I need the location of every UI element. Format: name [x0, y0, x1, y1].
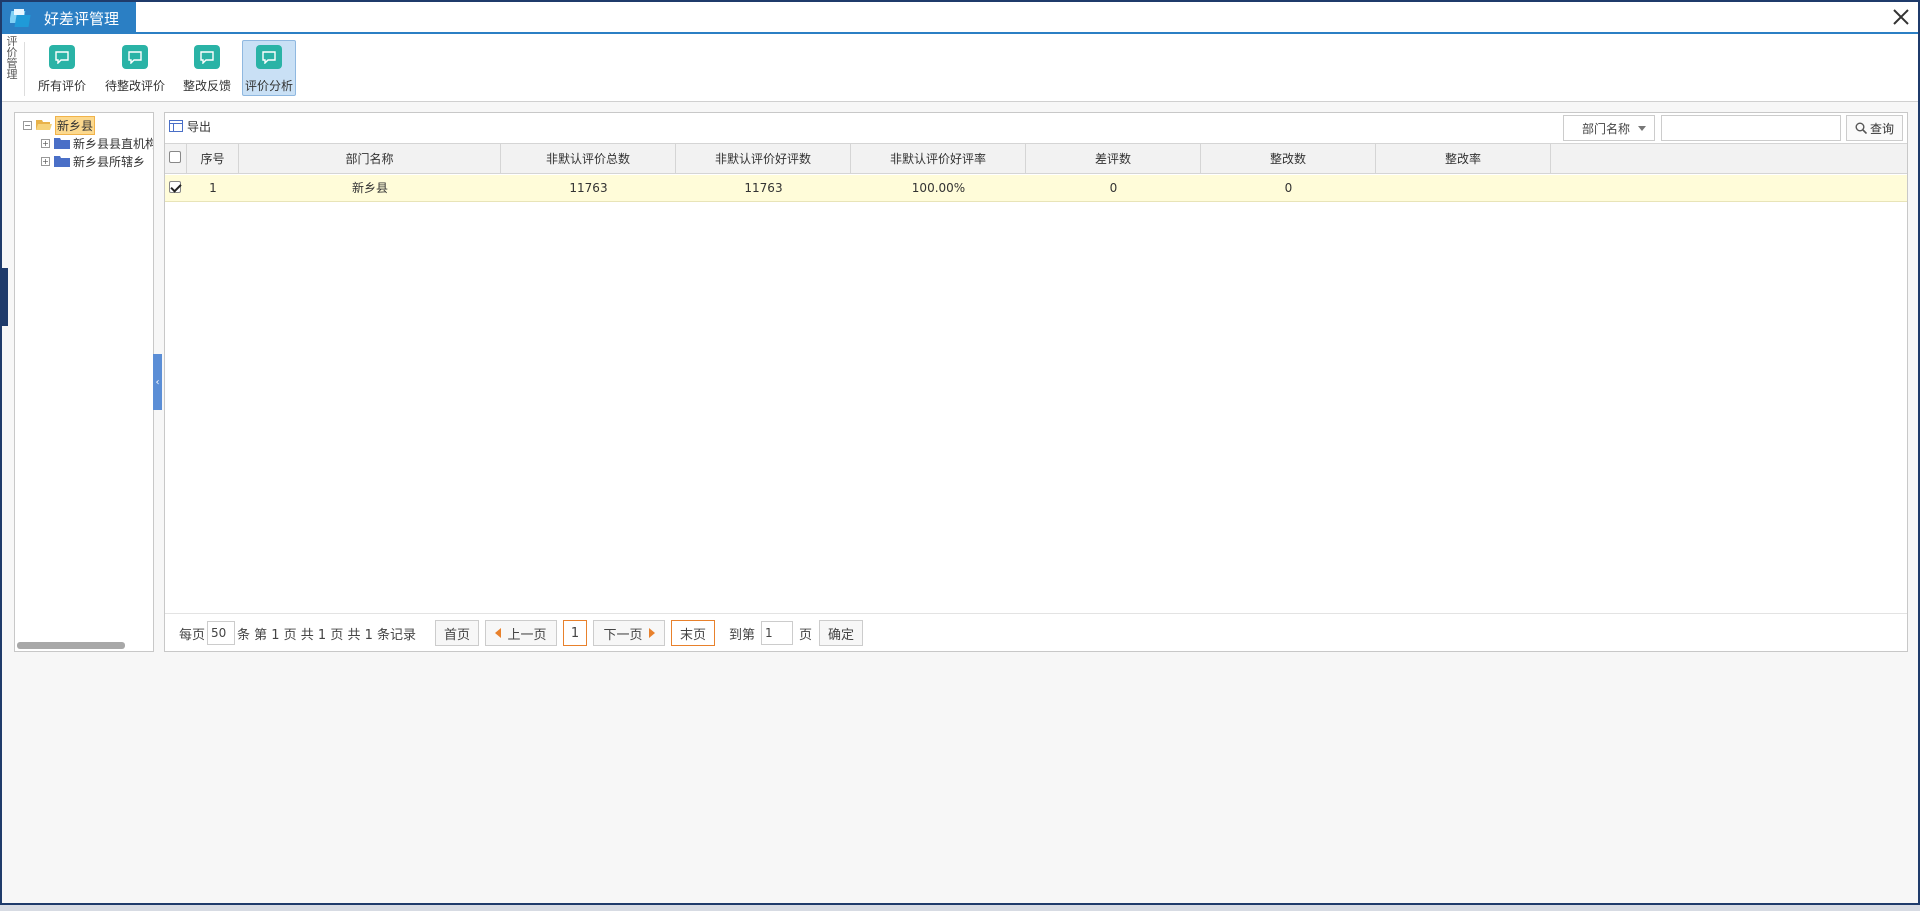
- comment-icon: [122, 45, 148, 69]
- search-field-value: 部门名称: [1582, 121, 1631, 136]
- ribbon-button-all-reviews[interactable]: 所有评价: [32, 40, 92, 96]
- row-checkbox[interactable]: [169, 181, 181, 193]
- column-header[interactable]: 非默认评价好评数: [676, 144, 851, 174]
- collapse-icon[interactable]: −: [23, 120, 32, 130]
- next-page-label: 下一页: [603, 627, 643, 643]
- grid-toolbar: 导出 部门名称 查询: [165, 113, 1907, 143]
- arrow-left-icon: [495, 628, 502, 638]
- content-area: − 新乡县 + 新乡县县直机构 + 新乡县所辖乡 ‹ 导出 部门名称 查询 序号…: [12, 112, 1908, 652]
- comment-icon: [49, 45, 75, 69]
- folder-icon: [54, 138, 70, 149]
- export-button[interactable]: 导出: [169, 117, 211, 135]
- ribbon-group-label: 评 价 管 理: [6, 36, 18, 80]
- table-cell: 新乡县: [351, 181, 388, 195]
- table-cell: 0: [1109, 181, 1118, 195]
- search-button-label: 查询: [1869, 121, 1894, 136]
- select-all-cell: [165, 144, 187, 174]
- confirm-button[interactable]: 确定: [819, 620, 863, 646]
- next-page-button[interactable]: 下一页: [593, 620, 665, 646]
- chevron-down-icon: [1638, 126, 1646, 131]
- current-page-button[interactable]: 1: [563, 620, 587, 646]
- open-folder-icon: [36, 120, 52, 130]
- last-page-button[interactable]: 末页: [671, 620, 715, 646]
- ribbon-button-label: 评价分析: [244, 79, 293, 93]
- collapse-panel-handle[interactable]: ‹: [153, 354, 162, 410]
- window-title: 好差评管理: [44, 9, 120, 28]
- column-header[interactable]: 差评数: [1026, 144, 1201, 174]
- column-header[interactable]: 整改数: [1201, 144, 1376, 174]
- tree-node-root[interactable]: − 新乡县: [23, 115, 96, 135]
- arrow-right-icon: [648, 628, 655, 638]
- goto-label: 到第: [729, 627, 756, 643]
- column-header[interactable]: 非默认评价好评率: [851, 144, 1026, 174]
- app-window: 好差评管理 评 价 管 理 所有评价 待整改评价 整改反馈 评价分析 − 新乡县…: [0, 0, 1920, 905]
- tree-horizontal-scrollbar[interactable]: [17, 642, 125, 649]
- table-cell: 100.00%: [911, 181, 966, 195]
- ribbon-button-label: 待整改评价: [104, 79, 165, 93]
- table-row[interactable]: 1 新乡县 11763 11763 100.00% 0 0: [165, 175, 1907, 202]
- prev-page-button[interactable]: 上一页: [485, 620, 557, 646]
- window-title-tab[interactable]: 好差评管理: [2, 2, 136, 34]
- analysis-table: 序号 部门名称 非默认评价总数 非默认评价好评数 非默认评价好评率 差评数 整改…: [165, 143, 1907, 543]
- tree-node-county-direct[interactable]: + 新乡县县直机构: [41, 135, 154, 151]
- tree-node-label: 新乡县所辖乡: [73, 154, 146, 169]
- column-header[interactable]: 非默认评价总数: [501, 144, 676, 174]
- left-edge-handle[interactable]: [0, 268, 8, 326]
- search-input[interactable]: [1661, 115, 1841, 141]
- ribbon-separator: [24, 42, 25, 96]
- table-cell: 0: [1284, 181, 1293, 195]
- tree-node-townships[interactable]: + 新乡县所辖乡: [41, 153, 145, 169]
- table-cell: 1: [209, 181, 217, 195]
- ribbon-button-review-analysis[interactable]: 评价分析: [242, 40, 296, 96]
- column-header[interactable]: 整改率: [1376, 144, 1551, 174]
- app-logo-icon: [10, 9, 31, 27]
- tree-node-label: 新乡县县直机构: [73, 136, 154, 151]
- column-header[interactable]: 部门名称: [239, 144, 501, 174]
- page-unit-label: 页: [799, 627, 813, 643]
- column-header[interactable]: 序号: [187, 144, 239, 174]
- table-cell: 11763: [569, 181, 608, 195]
- department-tree: − 新乡县 + 新乡县县直机构 + 新乡县所辖乡: [14, 112, 154, 652]
- pagination-bar: 每页 50 条 第 1 页 共 1 页 共 1 条记录 首页 上一页 1 下一页…: [165, 613, 1907, 651]
- search-button[interactable]: 查询: [1846, 115, 1903, 141]
- chevron-left-icon: ‹: [155, 376, 160, 388]
- goto-page-input[interactable]: 1: [761, 621, 793, 645]
- title-bar: 好差评管理: [2, 2, 1918, 34]
- tree-node-label: 新乡县: [55, 115, 96, 135]
- group-label-char: 理: [6, 68, 18, 81]
- ribbon-button-rectify-feedback[interactable]: 整改反馈: [178, 40, 236, 96]
- first-page-button[interactable]: 首页: [435, 620, 479, 646]
- table-cell: [1376, 175, 1551, 202]
- search-icon: [1855, 122, 1867, 134]
- ribbon-toolbar: 评 价 管 理 所有评价 待整改评价 整改反馈 评价分析: [2, 34, 1918, 102]
- table-cell: 11763: [744, 181, 783, 195]
- per-page-input[interactable]: 50: [207, 621, 235, 645]
- select-all-checkbox[interactable]: [169, 151, 181, 163]
- ribbon-button-pending-rectify[interactable]: 待整改评价: [100, 40, 170, 96]
- search-field-select[interactable]: 部门名称: [1563, 115, 1655, 141]
- table-header: 序号 部门名称 非默认评价总数 非默认评价好评数 非默认评价好评率 差评数 整改…: [165, 144, 1907, 174]
- export-icon: [169, 120, 183, 132]
- close-icon[interactable]: [1890, 6, 1912, 28]
- per-page-label: 每页: [179, 627, 206, 643]
- ribbon-button-label: 整改反馈: [182, 79, 231, 93]
- comment-icon: [194, 45, 220, 69]
- analysis-panel: 导出 部门名称 查询 序号 部门名称 非默认评价总数 非默认评价好评数 非默认评…: [164, 112, 1908, 652]
- comment-icon: [256, 45, 282, 69]
- prev-page-label: 上一页: [507, 627, 547, 643]
- folder-icon: [54, 156, 70, 167]
- expand-icon[interactable]: +: [41, 138, 50, 148]
- expand-icon[interactable]: +: [41, 156, 50, 166]
- pager-summary: 条 第 1 页 共 1 页 共 1 条记录: [237, 627, 417, 643]
- ribbon-button-label: 所有评价: [37, 79, 86, 93]
- export-label: 导出: [187, 119, 212, 134]
